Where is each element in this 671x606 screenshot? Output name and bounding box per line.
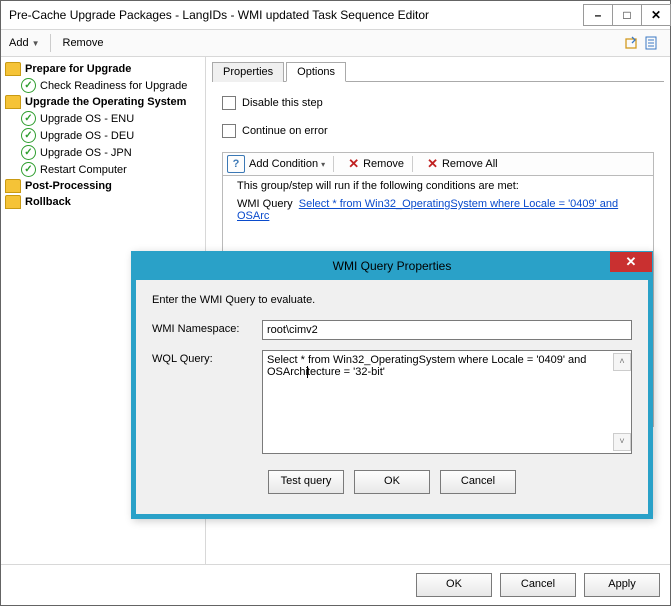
dialog-ok-button[interactable]: OK (354, 470, 430, 494)
tree-node-label: Upgrade OS - DEU (40, 130, 134, 142)
dialog-close-button[interactable]: ✕ (610, 252, 652, 272)
folder-icon (5, 179, 21, 193)
tabs: Properties Options (212, 61, 664, 82)
delete-icon: ✕ (348, 156, 359, 172)
tab-options[interactable]: Options (286, 62, 346, 82)
add-menu[interactable]: Add▼ (3, 35, 46, 51)
tree-node[interactable]: Post-Processing (5, 178, 201, 194)
folder-icon (5, 62, 21, 76)
tree-node-label: Rollback (25, 196, 71, 208)
ok-button[interactable]: OK (416, 573, 492, 597)
separator (50, 34, 51, 52)
continue-on-error-checkbox[interactable] (222, 124, 236, 138)
scroll-up-icon[interactable]: ˄ (613, 353, 631, 371)
help-icon[interactable]: ? (227, 155, 245, 173)
separator (412, 156, 413, 172)
remove-label: Remove (63, 37, 104, 49)
window-title: Pre-Cache Upgrade Packages - LangIDs - W… (9, 8, 429, 22)
check-icon: ✓ (21, 128, 36, 143)
query-label: WQL Query: (152, 350, 262, 365)
task-sequence-editor-window: Pre-Cache Upgrade Packages - LangIDs - W… (0, 0, 671, 606)
tree-node-label: Upgrade OS - JPN (40, 147, 132, 159)
close-button[interactable]: ✕ (641, 4, 671, 26)
check-icon: ✓ (21, 78, 36, 93)
remove-all-conditions-button[interactable]: Remove All (442, 158, 498, 170)
check-icon: ✓ (21, 162, 36, 177)
condition-link[interactable]: Select * from Win32_OperatingSystem wher… (237, 198, 618, 222)
continue-on-error-label: Continue on error (242, 125, 328, 137)
tree-node[interactable]: ✓ Upgrade OS - ENU (5, 110, 201, 127)
chevron-down-icon: ▼ (32, 39, 40, 48)
titlebar: Pre-Cache Upgrade Packages - LangIDs - W… (1, 1, 670, 30)
disable-step-row[interactable]: Disable this step (222, 96, 654, 110)
add-label: Add (9, 37, 29, 49)
tree-node[interactable]: ✓ Check Readiness for Upgrade (5, 77, 201, 94)
minimize-button[interactable]: – (583, 4, 613, 26)
tree-node-label: Upgrade OS - ENU (40, 113, 134, 125)
toolbar: Add▼ Remove (1, 30, 670, 57)
tree-node-label: Upgrade the Operating System (25, 96, 186, 108)
tree-node-label: Restart Computer (40, 164, 127, 176)
add-condition-menu[interactable]: Add Condition ▾ (249, 158, 325, 170)
test-query-button[interactable]: Test query (268, 470, 344, 494)
query-textarea[interactable]: Select * from Win32_OperatingSystem wher… (262, 350, 632, 454)
footer: OK Cancel Apply (1, 564, 670, 605)
condition-row[interactable]: WMI Query Select * from Win32_OperatingS… (223, 196, 653, 224)
folder-icon (5, 95, 21, 109)
maximize-button[interactable]: □ (612, 4, 642, 26)
dialog-footer: Test query OK Cancel (152, 464, 632, 504)
namespace-label: WMI Namespace: (152, 320, 262, 335)
tree-node[interactable]: Rollback (5, 194, 201, 210)
query-text-line2: tecture = '32-bit' (307, 366, 385, 378)
tree-node-label: Prepare for Upgrade (25, 63, 131, 75)
tree-node[interactable]: Upgrade the Operating System (5, 94, 201, 110)
dialog-body: Enter the WMI Query to evaluate. WMI Nam… (136, 280, 648, 514)
tree-node[interactable]: ✓ Upgrade OS - JPN (5, 144, 201, 161)
dialog-titlebar: WMI Query Properties ✕ (132, 252, 652, 280)
disable-step-label: Disable this step (242, 97, 323, 109)
scrollbar[interactable]: ˄˅ (613, 353, 629, 451)
namespace-input[interactable]: root\cimv2 (262, 320, 632, 340)
disable-step-checkbox[interactable] (222, 96, 236, 110)
tree-node-label: Post-Processing (25, 180, 112, 192)
check-icon: ✓ (21, 111, 36, 126)
remove-condition-button[interactable]: Remove (363, 158, 404, 170)
window-buttons: – □ ✕ (583, 5, 670, 26)
condition-type: WMI Query (237, 198, 293, 210)
conditions-header: This group/step will run if the followin… (223, 176, 653, 196)
add-condition-label: Add Condition (249, 158, 318, 170)
remove-button[interactable]: Remove (57, 35, 110, 51)
scroll-down-icon[interactable]: ˅ (613, 433, 631, 451)
continue-on-error-row[interactable]: Continue on error (222, 124, 654, 138)
tree-node[interactable]: Prepare for Upgrade (5, 61, 201, 77)
tree-node[interactable]: ✓ Restart Computer (5, 161, 201, 178)
new-group-icon[interactable] (622, 33, 642, 53)
tab-properties[interactable]: Properties (212, 62, 284, 82)
check-icon: ✓ (21, 145, 36, 160)
delete-icon: ✕ (427, 156, 438, 172)
apply-button[interactable]: Apply (584, 573, 660, 597)
separator (333, 156, 334, 172)
dialog-intro: Enter the WMI Query to evaluate. (152, 294, 632, 306)
chevron-down-icon: ▾ (321, 160, 325, 169)
condition-toolbar: ? Add Condition ▾ ✕ Remove ✕ Remove All (222, 152, 654, 176)
tree-node-label: Check Readiness for Upgrade (40, 80, 187, 92)
dialog-cancel-button[interactable]: Cancel (440, 470, 516, 494)
cancel-button[interactable]: Cancel (500, 573, 576, 597)
tree-node[interactable]: ✓ Upgrade OS - DEU (5, 127, 201, 144)
dialog-title: WMI Query Properties (333, 259, 452, 273)
properties-icon[interactable] (642, 33, 662, 53)
folder-icon (5, 195, 21, 209)
wmi-query-dialog: WMI Query Properties ✕ Enter the WMI Que… (131, 251, 653, 519)
